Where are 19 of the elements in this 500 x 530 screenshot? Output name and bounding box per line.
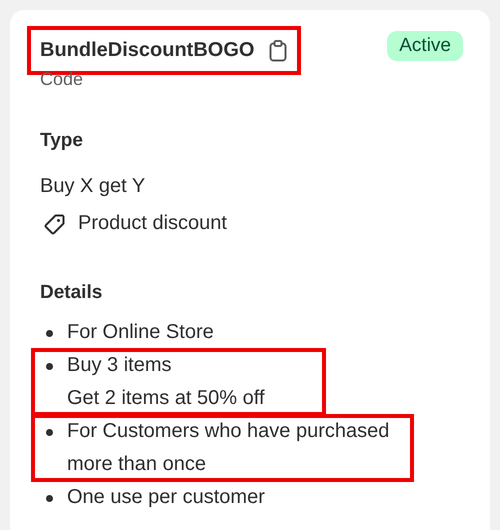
section-heading: Type bbox=[40, 130, 84, 152]
bullet-icon bbox=[46, 429, 53, 436]
bullet-icon bbox=[46, 330, 53, 337]
detail-text: One use per customer bbox=[67, 485, 265, 510]
detail-text: For Customers who have purchased bbox=[67, 419, 390, 444]
code-label: Code bbox=[40, 69, 84, 90]
detail-text: Get 2 items at 50% off bbox=[67, 386, 265, 411]
status-badge: Active bbox=[387, 30, 463, 60]
tag-icon bbox=[44, 212, 66, 234]
discount-category: Product discount bbox=[78, 211, 227, 236]
clipboard-icon[interactable] bbox=[268, 40, 288, 62]
detail-text: Buy 3 items bbox=[67, 353, 172, 378]
section-heading: Details bbox=[40, 282, 104, 304]
detail-text: more than once bbox=[67, 452, 207, 477]
discount-code: BundleDiscountBOGO bbox=[40, 39, 254, 62]
bullet-icon bbox=[46, 363, 53, 370]
discount-type: Buy X get Y bbox=[40, 174, 146, 199]
bullet-icon bbox=[46, 495, 53, 502]
detail-text: For Online Store bbox=[67, 320, 214, 345]
